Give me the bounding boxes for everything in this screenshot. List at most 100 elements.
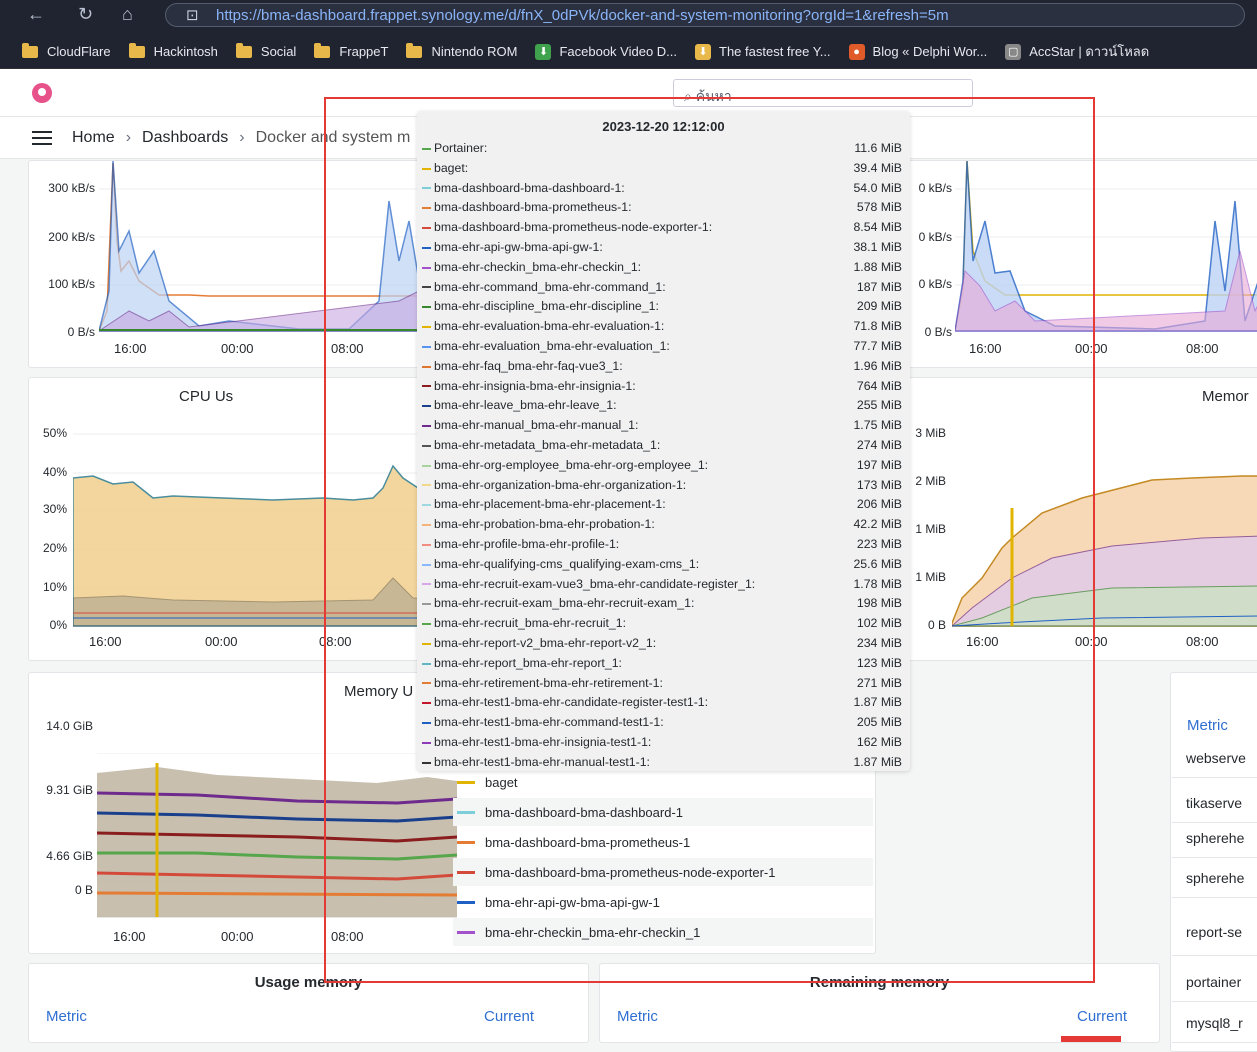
bookmark-item[interactable]: CloudFlare	[22, 42, 111, 59]
series-value: 578 MiB	[856, 200, 902, 215]
tooltip-row: bma-dashboard-bma-dashboard-1: 54.0 MiB	[422, 181, 902, 201]
bookmark-label: FrappeT	[339, 44, 389, 59]
site-info-icon[interactable]: ⊡	[186, 6, 199, 24]
value-bar	[1061, 1036, 1121, 1042]
bookmark-item[interactable]: ⬇ Facebook Video D...	[535, 43, 677, 60]
current-column-header[interactable]: Current	[484, 1008, 534, 1025]
tooltip-row: bma-ehr-test1-bma-ehr-manual-test1-1: 1.8…	[422, 755, 902, 771]
network-panel-right: 0 kB/s 0 kB/s 0 kB/s 0 B/s 16:00 00:00 08:00	[880, 160, 1257, 368]
bookmark-label: AccStar | ดาวน์โหลด	[1029, 44, 1150, 59]
tooltip-row: bma-ehr-leave_bma-ehr-leave_1: 255 MiB	[422, 398, 902, 418]
tooltip-row: bma-ehr-test1-bma-ehr-command-test1-1: 20…	[422, 715, 902, 735]
series-swatch	[422, 622, 431, 625]
legend-item[interactable]: bma-ehr-checkin_bma-ehr-checkin_1	[453, 918, 873, 946]
series-value: 197 MiB	[856, 457, 902, 472]
back-icon[interactable]: ←	[27, 4, 45, 25]
legend-item[interactable]: bma-dashboard-bma-prometheus-1	[453, 828, 873, 856]
metric-column-header[interactable]: Metric	[46, 1008, 87, 1025]
tooltip-row: bma-ehr-evaluation-bma-ehr-evaluation-1:…	[422, 319, 902, 339]
legend-item[interactable]: baget	[453, 768, 873, 796]
tooltip-row: bma-ehr-report-v2_bma-ehr-report-v2_1: 23…	[422, 636, 902, 656]
y-tick-label: 0 B/s	[67, 325, 95, 339]
series-value: 123 MiB	[856, 655, 902, 670]
bookmark-item[interactable]: ● Blog « Delphi Wor...	[848, 43, 987, 60]
table-row[interactable]: spherehe	[1172, 818, 1257, 858]
address-bar[interactable]: ⊡ https://bma-dashboard.frappet.synology…	[165, 3, 1245, 27]
y-tick-label: 9.31 GiB	[46, 783, 93, 797]
series-value: 102 MiB	[856, 616, 902, 631]
series-name: bma-ehr-placement-bma-ehr-placement-1:	[434, 497, 666, 512]
series-swatch	[422, 741, 431, 744]
series-value: 255 MiB	[856, 398, 902, 413]
x-tick-label: 16:00	[114, 341, 147, 356]
menu-icon[interactable]	[32, 130, 52, 145]
series-name: bma-ehr-leave_bma-ehr-leave_1:	[434, 398, 617, 413]
series-swatch	[422, 187, 431, 190]
legend-item[interactable]: bma-dashboard-bma-prometheus-node-export…	[453, 858, 873, 886]
bookmark-item[interactable]: Nintendo ROM	[406, 42, 517, 59]
table-row[interactable]: tikaserve	[1172, 783, 1257, 823]
reload-icon[interactable]: ↻	[78, 4, 93, 25]
tooltip-row: bma-ehr-test1-bma-ehr-candidate-register…	[422, 695, 902, 715]
breadcrumb-home[interactable]: Home	[72, 129, 115, 147]
usage-memory-panel: Usage memory Metric Current	[28, 963, 589, 1043]
table-cell: spherehe	[1186, 829, 1245, 846]
y-tick-label: 200 kB/s	[48, 230, 95, 244]
series-value: 38.1 MiB	[853, 240, 902, 254]
series-name: bma-ehr-metadata_bma-ehr-metadata_1:	[434, 438, 661, 452]
series-value: 42.2 MiB	[853, 517, 902, 532]
series-swatch	[422, 147, 431, 150]
table-row[interactable]: webserve	[1172, 738, 1257, 778]
tooltip-row: bma-ehr-placement-bma-ehr-placement-1: 20…	[422, 497, 902, 517]
table-row[interactable]: spherehe	[1172, 858, 1257, 898]
cpu-usage-panel: CPU Us 50% 40% 30% 20% 10% 0% 16:00 00:00 08:00	[28, 377, 448, 661]
series-value: 1.87 MiB	[853, 695, 902, 710]
home-icon[interactable]: ⌂	[122, 4, 133, 25]
search-icon: ⌕	[684, 88, 696, 104]
table-row[interactable]: report-se	[1172, 908, 1257, 956]
x-tick-label: 16:00	[113, 929, 146, 944]
remaining-memory-panel: Remaining memory Metric Current	[599, 963, 1160, 1043]
bookmark-item[interactable]: FrappeT	[314, 42, 389, 59]
series-value: 223 MiB	[856, 537, 902, 551]
y-tick-label: 30%	[42, 502, 67, 516]
grafana-logo[interactable]	[32, 83, 52, 103]
bookmark-item[interactable]: Hackintosh	[128, 42, 218, 59]
series-swatch	[422, 761, 431, 764]
legend: baget bma-dashboard-bma-dashboard-1 bma-da…	[453, 768, 873, 948]
legend-swatch	[457, 930, 475, 934]
x-tick-label: 00:00	[1075, 634, 1108, 649]
grafana-topbar: ⌕ ค้นหา	[0, 69, 1257, 117]
table-row[interactable]: portainer	[1172, 962, 1257, 1002]
legend-swatch	[457, 900, 475, 904]
network-chart-left	[99, 161, 447, 332]
x-tick-label: 08:00	[331, 341, 364, 356]
y-tick-label: 0 B	[74, 883, 93, 897]
series-value: 1.96 MiB	[853, 358, 902, 373]
metric-column-header[interactable]: Metric	[617, 1008, 658, 1025]
tooltip-row: Portainer: 11.6 MiB	[422, 141, 902, 161]
series-value: 1.78 MiB	[853, 576, 902, 591]
bookmark-item[interactable]: Social	[235, 42, 296, 59]
bookmark-icon: ⬇	[695, 43, 712, 60]
legend-item[interactable]: bma-ehr-api-gw-bma-api-gw-1	[453, 888, 873, 916]
table-cell: tikaserve	[1186, 794, 1243, 811]
y-tick-label: 14.0 GiB	[46, 719, 93, 733]
bookmark-item[interactable]: ⬇ The fastest free Y...	[695, 43, 831, 60]
y-tick-label: 10%	[42, 580, 67, 594]
bookmark-item[interactable]: ▢ AccStar | ดาวน์โหลด	[1005, 41, 1149, 62]
breadcrumb-dashboards[interactable]: Dashboards	[142, 129, 228, 147]
search-input[interactable]: ⌕ ค้นหา	[673, 79, 973, 107]
series-value: 234 MiB	[856, 636, 902, 650]
tooltip-row: bma-ehr-qualifying-cms_qualifying-exam-c…	[422, 557, 902, 577]
current-column-header[interactable]: Current	[1077, 1008, 1127, 1025]
legend-item[interactable]: bma-dashboard-bma-dashboard-1	[453, 798, 873, 826]
series-value: 209 MiB	[856, 299, 902, 314]
bookmark-label: The fastest free Y...	[719, 44, 831, 59]
panel-title: Memor	[1202, 388, 1249, 405]
series-swatch	[422, 226, 431, 229]
metric-column-header[interactable]: Metric	[1187, 717, 1228, 734]
table-row[interactable]: mysql8_r	[1172, 1003, 1257, 1043]
series-value: 1.75 MiB	[853, 418, 902, 433]
x-tick-label: 00:00	[221, 341, 254, 356]
